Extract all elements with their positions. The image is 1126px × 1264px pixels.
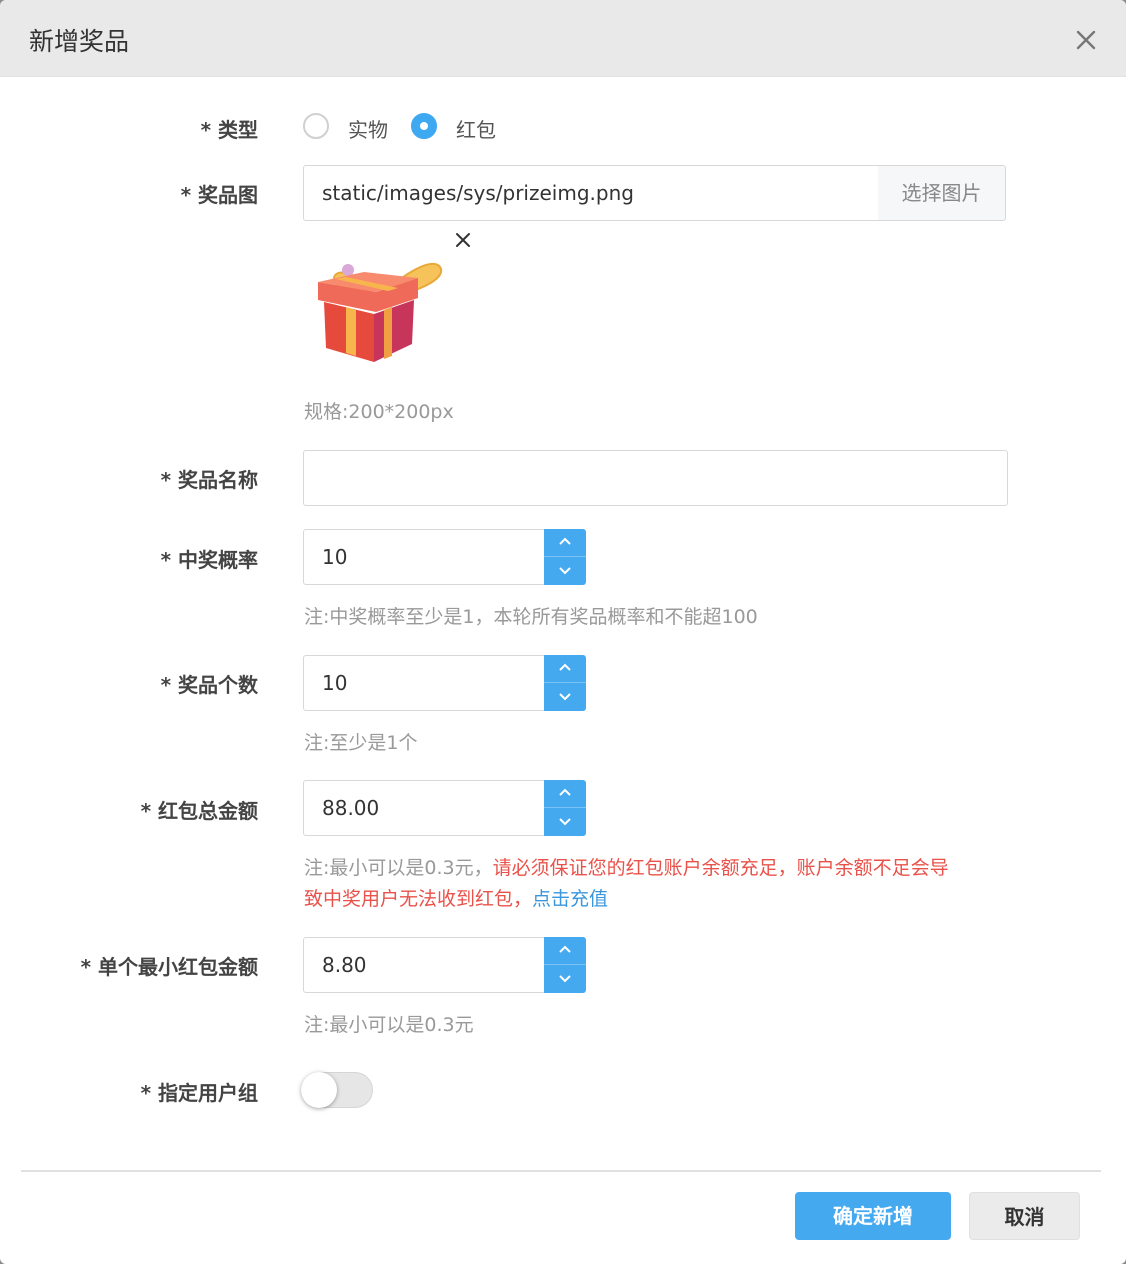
select-image-button[interactable]: 选择图片 [878,165,1006,221]
close-icon[interactable] [1072,26,1100,54]
image-spec-hint: 规格:200*200px [304,401,454,423]
chevron-down-icon[interactable] [557,816,573,828]
prize-name-label: * 奖品名称 [160,468,258,492]
footer-divider [21,1170,1101,1172]
probability-stepper[interactable] [544,529,586,585]
dialog-header: 新增奖品 [0,0,1126,77]
recharge-link[interactable]: 点击充值 [532,888,608,910]
radio-physical-label: 实物 [348,118,388,142]
radio-physical[interactable] [303,113,329,139]
type-label: * 类型 [200,118,258,142]
chevron-down-icon[interactable] [557,973,573,985]
total-amount-input[interactable]: 88.00 [303,780,545,836]
quantity-input[interactable]: 10 [303,655,545,711]
min-amount-label: * 单个最小红包金额 [80,955,258,979]
min-amount-hint: 注:最小可以是0.3元 [304,1014,474,1036]
chevron-down-icon[interactable] [557,691,573,703]
chevron-up-icon[interactable] [557,662,573,674]
prize-name-input[interactable] [303,450,1008,506]
user-group-label: * 指定用户组 [140,1081,258,1105]
total-amount-hint: 注:最小可以是0.3元，请必须保证您的红包账户余额充足，账户余额不足会导 [304,853,949,884]
radio-red-packet[interactable] [411,113,437,139]
image-label: * 奖品图 [180,183,258,207]
toggle-knob [301,1072,337,1108]
chevron-down-icon[interactable] [557,565,573,577]
chevron-up-icon[interactable] [557,944,573,956]
total-amount-label: * 红包总金额 [140,799,258,823]
balance-warning-cont: 致中奖用户无法收到红包， [304,888,533,910]
radio-red-packet-label: 红包 [456,118,496,142]
remove-image-icon[interactable] [452,229,474,251]
probability-input[interactable]: 10 [303,529,545,585]
confirm-add-button[interactable]: 确定新增 [795,1192,951,1240]
chevron-up-icon[interactable] [557,787,573,799]
chevron-up-icon[interactable] [557,536,573,548]
dialog-title: 新增奖品 [29,27,130,56]
total-amount-hint-line2: 致中奖用户无法收到红包，点击充值 [304,884,608,915]
total-amount-stepper[interactable] [544,780,586,836]
cancel-button[interactable]: 取消 [969,1192,1080,1240]
add-prize-dialog: 新增奖品 * 类型 实物 红包 * 奖品图 static/images/sys/… [0,0,1126,1264]
probability-label: * 中奖概率 [160,548,258,572]
probability-hint: 注:中奖概率至少是1，本轮所有奖品概率和不能超100 [304,606,758,628]
user-group-toggle[interactable] [301,1072,373,1108]
gift-box-icon [306,244,456,374]
quantity-stepper[interactable] [544,655,586,711]
total-amount-hint-prefix: 注:最小可以是0.3元， [304,857,493,879]
image-path-input[interactable]: static/images/sys/prizeimg.png [303,165,879,221]
balance-warning: 请必须保证您的红包账户余额充足，账户余额不足会导 [492,857,949,879]
min-amount-stepper[interactable] [544,937,586,993]
quantity-label: * 奖品个数 [160,673,258,697]
quantity-hint: 注:至少是1个 [304,732,418,754]
min-amount-input[interactable]: 8.80 [303,937,545,993]
